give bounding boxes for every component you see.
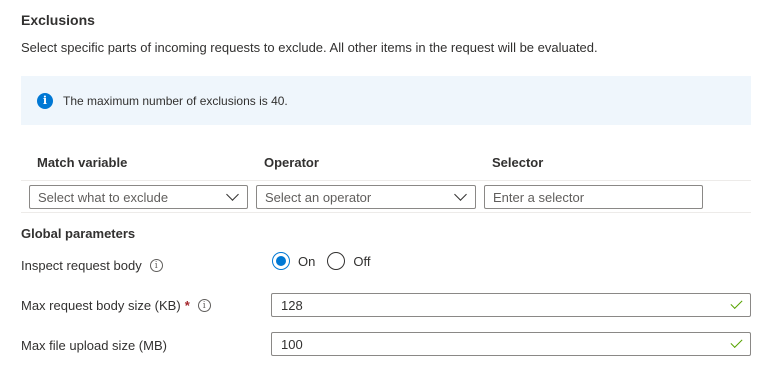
max-upload-size-label: Max file upload size (MB) bbox=[21, 338, 167, 353]
max-body-size-input[interactable]: 128 bbox=[271, 293, 751, 317]
column-header-match-variable: Match variable bbox=[37, 155, 128, 170]
max-upload-size-value: 100 bbox=[281, 336, 303, 352]
global-parameters-title: Global parameters bbox=[21, 226, 136, 241]
operator-placeholder: Select an operator bbox=[265, 189, 372, 205]
checkmark-icon bbox=[730, 296, 743, 310]
match-variable-placeholder: Select what to exclude bbox=[38, 189, 169, 205]
chevron-down-icon bbox=[454, 188, 467, 201]
info-tooltip-icon[interactable]: i bbox=[197, 299, 211, 312]
max-upload-size-label-group: Max file upload size (MB) bbox=[21, 338, 167, 353]
match-variable-dropdown[interactable]: Select what to exclude bbox=[29, 185, 248, 209]
max-upload-size-input[interactable]: 100 bbox=[271, 332, 751, 356]
inspect-body-radio-group: On Off bbox=[272, 252, 382, 270]
info-tooltip-icon[interactable]: i bbox=[149, 259, 163, 272]
waf-policy-settings: Exclusions Select specific parts of inco… bbox=[0, 0, 769, 381]
radio-off[interactable] bbox=[327, 252, 346, 270]
row-divider bbox=[21, 212, 751, 213]
column-header-operator: Operator bbox=[264, 155, 319, 170]
radio-selected-dot bbox=[276, 256, 286, 266]
selector-input[interactable] bbox=[484, 185, 703, 209]
radio-on-label[interactable]: On bbox=[298, 254, 315, 269]
inspect-body-label: Inspect request body bbox=[21, 258, 142, 273]
row-divider bbox=[21, 180, 751, 181]
info-icon: i bbox=[37, 92, 53, 109]
column-header-selector: Selector bbox=[492, 155, 544, 170]
max-body-size-label-group: Max request body size (KB) * i bbox=[21, 298, 211, 313]
info-banner: i The maximum number of exclusions is 40… bbox=[21, 76, 751, 125]
radio-off-label[interactable]: Off bbox=[353, 254, 370, 269]
max-body-size-label: Max request body size (KB) bbox=[21, 298, 181, 313]
inspect-body-label-group: Inspect request body i bbox=[21, 258, 163, 273]
radio-on[interactable] bbox=[272, 252, 290, 270]
operator-dropdown[interactable]: Select an operator bbox=[256, 185, 476, 209]
exclusions-description: Select specific parts of incoming reques… bbox=[21, 40, 598, 55]
checkmark-icon bbox=[730, 335, 743, 349]
max-body-size-value: 128 bbox=[281, 297, 303, 313]
exclusions-title: Exclusions bbox=[21, 12, 95, 28]
required-marker: * bbox=[184, 298, 190, 313]
info-message: The maximum number of exclusions is 40. bbox=[63, 93, 288, 108]
chevron-down-icon bbox=[226, 188, 239, 201]
